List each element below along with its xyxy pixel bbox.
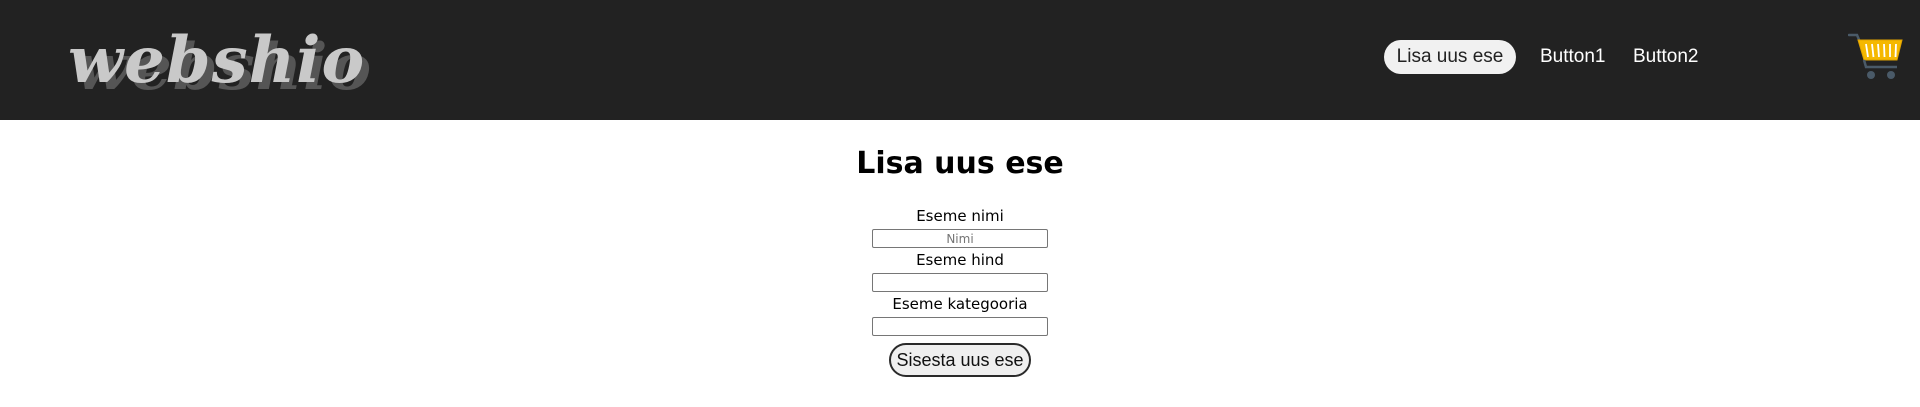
item-price-input[interactable]	[872, 273, 1048, 292]
nav-add-item-button[interactable]: Lisa uus ese	[1384, 40, 1516, 74]
add-item-page: Lisa uus ese Eseme nimi Eseme hind Eseme…	[0, 120, 1920, 407]
shopping-cart-icon[interactable]	[1847, 32, 1904, 84]
cart-graphic	[1847, 33, 1903, 79]
top-navbar: webshio Lisa uus ese Button1 Button2	[0, 0, 1920, 120]
item-category-label: Eseme kategooria	[892, 295, 1028, 313]
item-name-input[interactable]	[872, 229, 1048, 248]
submit-item-button[interactable]: Sisesta uus ese	[889, 343, 1031, 377]
item-name-label: Eseme nimi	[916, 207, 1004, 225]
page-title: Lisa uus ese	[856, 146, 1064, 181]
nav-button1[interactable]: Button1	[1540, 40, 1606, 74]
nav-button2[interactable]: Button2	[1633, 40, 1699, 74]
item-category-input[interactable]	[872, 317, 1048, 336]
site-logo[interactable]: webshio	[68, 16, 365, 106]
item-price-label: Eseme hind	[916, 251, 1004, 269]
